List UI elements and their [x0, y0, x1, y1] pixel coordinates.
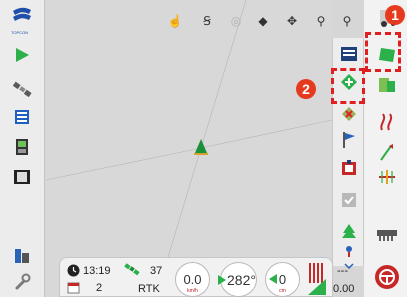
left-sidebar: TOPCON	[0, 0, 45, 297]
implement-icon	[377, 230, 397, 241]
checkbox-icon	[342, 193, 356, 207]
confirm-button[interactable]	[338, 190, 360, 210]
tools-button[interactable]	[9, 271, 35, 293]
wrench-icon	[15, 273, 31, 290]
device-icon	[15, 249, 29, 263]
field-manage-icon	[379, 78, 395, 92]
date-day: 2	[96, 282, 103, 294]
emergency-stop-button[interactable]	[374, 264, 400, 290]
cross-track-unit: cm	[279, 288, 286, 294]
area-value: 0.00	[333, 283, 355, 295]
steering-button[interactable]	[376, 142, 398, 162]
steering-wheel-icon	[375, 265, 399, 289]
satellite-status-icon	[124, 263, 140, 276]
swath-button[interactable]: Ꞩ	[198, 12, 216, 30]
callout-badge-1: 1	[385, 5, 405, 25]
speed-gauge: 0.0 km/h	[175, 262, 210, 297]
satellite-icon	[12, 81, 32, 98]
area-top-value: ---	[337, 265, 348, 277]
guidance-screen: TOPCON ☝ Ꞩ ◎ ◆ ✥ ⚲ ⚲ 13:19 2 37 RTK 0.0 …	[0, 0, 407, 297]
heading-value: 282°	[227, 272, 256, 288]
boundary-button[interactable]	[338, 158, 360, 178]
map-view[interactable]	[46, 0, 332, 297]
console-icon	[16, 139, 28, 155]
play-button[interactable]	[9, 44, 35, 66]
brand-text: TOPCON	[11, 30, 29, 35]
heading-marker-icon	[218, 275, 226, 285]
sections-icon	[379, 170, 395, 184]
satellite-count: 37	[150, 265, 163, 277]
implement-settings-button[interactable]	[9, 106, 35, 128]
callout-badge-2: 2	[296, 79, 316, 99]
callout-highlight-1	[365, 32, 401, 72]
tree-icon	[342, 224, 356, 238]
area-indicator-icon	[308, 263, 326, 295]
satellite-button[interactable]	[9, 78, 35, 100]
heading-gauge: 282°	[218, 262, 257, 297]
curve-lines-icon	[380, 113, 393, 131]
clock-icon	[67, 264, 80, 277]
flag-button[interactable]	[338, 130, 360, 150]
device-button[interactable]	[9, 245, 35, 267]
pin-icon	[346, 246, 352, 257]
speed-value: 0.0	[183, 272, 202, 287]
swath-icon: Ꞩ	[203, 14, 211, 28]
guidance-lines	[46, 0, 332, 297]
implement-button[interactable]	[376, 225, 398, 245]
screen-switch-button[interactable]	[338, 44, 360, 64]
zoom-out-button[interactable]: ⚲	[312, 12, 330, 30]
status-bar: 13:19 2 37 RTK 0.0 km/h 282° 0 cm --- 0.…	[59, 257, 354, 297]
calendar-icon	[67, 282, 80, 294]
correction-mode: RTK	[138, 283, 160, 295]
clock-time: 13:19	[83, 265, 111, 277]
pan-arrows-button[interactable]: ✥	[283, 12, 301, 30]
layers-icon: ◆	[258, 14, 268, 28]
boundary-icon	[342, 160, 356, 175]
touch-pan-icon: ☝	[167, 14, 183, 28]
video-button[interactable]	[9, 166, 35, 188]
vehicle-icon	[194, 139, 208, 155]
callout-highlight-2	[331, 68, 365, 104]
layers-button[interactable]: ◆	[254, 12, 272, 30]
curve-guidance-button[interactable]	[376, 112, 398, 132]
sections-button[interactable]	[376, 167, 398, 187]
play-icon	[16, 48, 29, 62]
target-button[interactable]: ◎	[227, 12, 245, 30]
pan-arrows-icon: ✥	[286, 14, 298, 28]
film-icon	[14, 170, 30, 184]
delete-field-button[interactable]	[338, 104, 360, 124]
cross-track-value: 0	[278, 272, 287, 287]
touch-pan-button[interactable]: ☝	[166, 12, 184, 30]
zoom-in-icon: ⚲	[342, 14, 352, 28]
topcon-logo	[9, 6, 35, 28]
zoom-out-icon: ⚲	[316, 14, 326, 28]
zoom-in-button[interactable]: ⚲	[338, 12, 356, 30]
screen-icon	[341, 47, 357, 61]
speed-unit: km/h	[187, 288, 198, 294]
delete-field-icon	[342, 107, 356, 121]
field-manage-button[interactable]	[376, 75, 398, 95]
tree-button[interactable]	[338, 222, 360, 242]
cross-track-gauge: 0 cm	[265, 262, 300, 297]
pin-button[interactable]	[338, 244, 360, 260]
console-button[interactable]	[9, 136, 35, 158]
steering-path-icon	[380, 144, 393, 161]
list-settings-icon	[15, 110, 29, 124]
target-icon: ◎	[230, 14, 242, 28]
flag-icon	[343, 132, 355, 148]
